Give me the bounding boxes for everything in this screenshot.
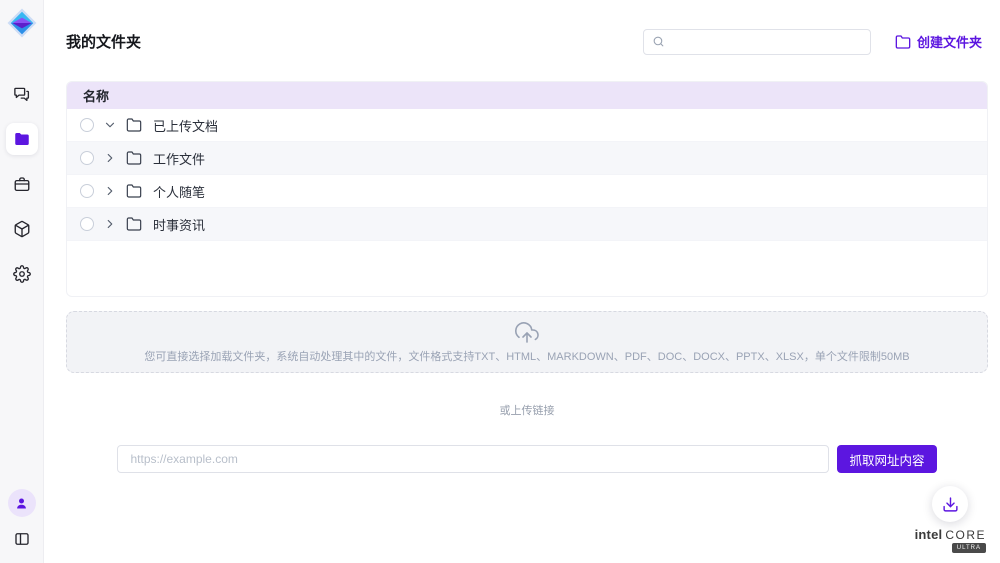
- collapse-sidebar-button[interactable]: [8, 527, 36, 551]
- url-input[interactable]: [117, 445, 829, 473]
- page-title: 我的文件夹: [66, 31, 141, 52]
- main-content: 我的文件夹 创建文件夹: [44, 0, 1000, 563]
- panel-toggle-icon: [13, 530, 31, 548]
- chat-icon: [13, 85, 31, 103]
- folder-icon: [126, 183, 142, 199]
- app-logo-icon: [7, 8, 37, 38]
- folder-name: 工作文件: [153, 149, 205, 168]
- sidebar-nav: [6, 78, 38, 290]
- row-checkbox[interactable]: [80, 184, 94, 198]
- folder-name: 已上传文档: [153, 116, 218, 135]
- table-row[interactable]: 个人随笔: [67, 175, 987, 208]
- chevron-down-icon[interactable]: [103, 118, 117, 132]
- intel-brand-text: intel: [915, 527, 943, 542]
- sidebar-bottom: [8, 489, 36, 551]
- row-checkbox[interactable]: [80, 217, 94, 231]
- upload-cloud-icon: [515, 321, 539, 345]
- table-row[interactable]: 时事资讯: [67, 208, 987, 241]
- name-column-header: 名称: [83, 86, 109, 105]
- search-box[interactable]: [643, 29, 871, 55]
- folder-table: 名称 已上传文档 工作文件: [66, 81, 988, 297]
- folder-icon: [126, 150, 142, 166]
- table-row[interactable]: 工作文件: [67, 142, 987, 175]
- row-checkbox[interactable]: [80, 118, 94, 132]
- chevron-right-icon[interactable]: [103, 217, 117, 231]
- upload-dropzone[interactable]: 您可直接选择加载文件夹，系统自动处理其中的文件，文件格式支持TXT、HTML、M…: [66, 311, 988, 373]
- table-header: 名称: [67, 82, 987, 109]
- folder-plus-icon: [895, 34, 911, 50]
- create-folder-button[interactable]: 创建文件夹: [889, 31, 988, 52]
- search-icon: [652, 35, 665, 48]
- fetch-url-button[interactable]: 抓取网址内容: [837, 445, 936, 473]
- table-row[interactable]: 已上传文档: [67, 109, 987, 142]
- sidebar-item-workspace[interactable]: [6, 168, 38, 200]
- row-checkbox[interactable]: [80, 151, 94, 165]
- folder-icon: [126, 216, 142, 232]
- bottom-right-area: intel core ultra: [915, 486, 986, 553]
- or-upload-link-label: 或上传链接: [66, 402, 988, 418]
- download-icon: [942, 496, 959, 513]
- briefcase-icon: [13, 175, 31, 193]
- gear-icon: [13, 265, 31, 283]
- sidebar-item-folders[interactable]: [6, 123, 38, 155]
- app-window: 我的文件夹 创建文件夹: [0, 0, 1000, 563]
- box-icon: [13, 220, 31, 238]
- folder-icon: [126, 117, 142, 133]
- search-input[interactable]: [671, 34, 862, 50]
- sidebar-item-settings[interactable]: [6, 258, 38, 290]
- intel-core-logo: intel core ultra: [915, 527, 986, 553]
- create-folder-label: 创建文件夹: [917, 32, 982, 51]
- user-avatar[interactable]: [8, 489, 36, 517]
- folder-icon: [13, 130, 31, 148]
- intel-variant-badge: ultra: [952, 543, 986, 553]
- dropzone-hint: 您可直接选择加载文件夹，系统自动处理其中的文件，文件格式支持TXT、HTML、M…: [144, 348, 909, 364]
- chevron-right-icon[interactable]: [103, 184, 117, 198]
- intel-product-text: core: [945, 528, 986, 542]
- sidebar: [0, 0, 44, 563]
- sidebar-item-models[interactable]: [6, 213, 38, 245]
- sidebar-item-chat[interactable]: [6, 78, 38, 110]
- user-icon: [14, 496, 29, 511]
- link-upload-row: 抓取网址内容: [66, 445, 988, 473]
- chevron-right-icon[interactable]: [103, 151, 117, 165]
- folder-name: 时事资讯: [153, 215, 205, 234]
- folder-name: 个人随笔: [153, 182, 205, 201]
- topbar: 我的文件夹 创建文件夹: [66, 21, 988, 62]
- download-button[interactable]: [932, 486, 968, 522]
